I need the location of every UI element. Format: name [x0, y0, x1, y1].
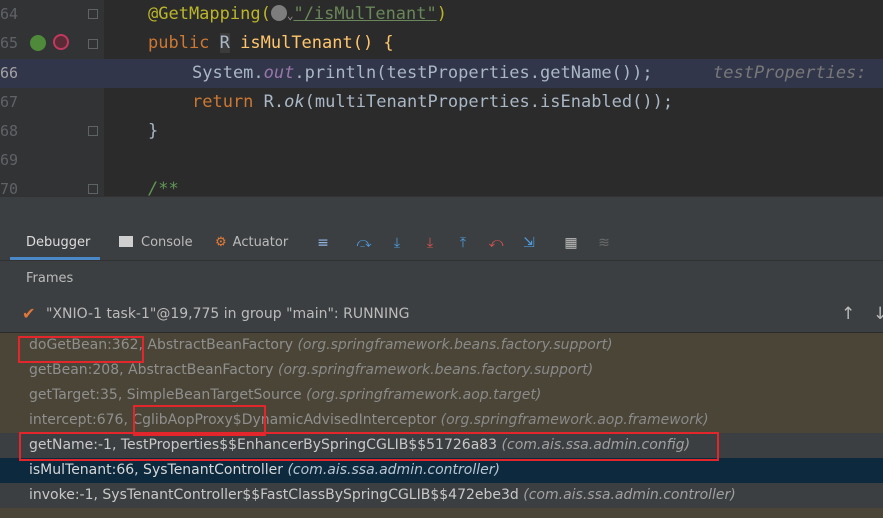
fold-marker-icon[interactable]: [88, 184, 98, 194]
globe-icon[interactable]: [270, 5, 287, 21]
code-editor[interactable]: 64 @GetMapping(⌄"/isMulTenant") 65 publi…: [0, 0, 883, 196]
code-line-64[interactable]: 64 @GetMapping(⌄"/isMulTenant"): [0, 0, 883, 29]
frame-row[interactable]: invoke:-1, SysTenantController$$FastClas…: [0, 483, 883, 508]
frame-row-selected[interactable]: isMulTenant:66, SysTenantController (com…: [0, 458, 883, 483]
code-line-70[interactable]: 70 /**: [0, 175, 883, 196]
step-out-icon[interactable]: ⤒: [454, 234, 472, 252]
actuator-icon: ⚙: [215, 235, 227, 250]
spring-bean-icon[interactable]: [30, 35, 46, 51]
line-number: 70: [0, 180, 19, 196]
check-icon: ✔: [22, 304, 36, 323]
debug-toolbar: Debugger Console ⚙ Actuator ≡ ⤼ ⤓ ⤓ ⤒ ⤺ ⇲…: [0, 226, 883, 261]
line-number: 69: [0, 151, 19, 169]
tab-debugger[interactable]: Debugger: [26, 226, 90, 260]
thread-selector[interactable]: ✔ "XNIO-1 task-1"@19,775 in group "main"…: [0, 297, 883, 333]
thread-label: "XNIO-1 task-1"@19,775 in group "main": …: [46, 306, 410, 322]
active-tab-indicator: [10, 257, 100, 260]
evaluate-expression-icon[interactable]: ▦: [562, 234, 580, 252]
highlight-box: [19, 432, 719, 461]
line-number: 64: [0, 5, 19, 23]
step-over-icon[interactable]: ⤼: [355, 234, 373, 252]
fold-marker-icon[interactable]: [88, 126, 98, 136]
panel-splitter[interactable]: [0, 196, 883, 227]
up-arrow-icon[interactable]: ↑: [841, 297, 855, 332]
frames-title: Frames: [26, 271, 74, 286]
highlight-box: [18, 336, 144, 363]
tab-actuator[interactable]: ⚙ Actuator: [215, 226, 288, 260]
menu-lines-icon[interactable]: ≡: [314, 234, 332, 252]
fold-marker-icon[interactable]: [88, 39, 98, 49]
force-step-into-icon[interactable]: ⤓: [421, 234, 439, 252]
code-text: }: [148, 121, 159, 141]
line-number: 65: [0, 34, 19, 52]
line-number: 66: [0, 64, 19, 82]
line-number: 68: [0, 122, 19, 140]
console-icon: [119, 236, 133, 247]
code-line-69[interactable]: 69: [0, 146, 883, 175]
code-text: return R.ok(multiTenantProperties.isEnab…: [192, 92, 674, 112]
run-to-cursor-icon[interactable]: ⇲: [520, 234, 538, 252]
code-text: @GetMapping(⌄"/isMulTenant"): [148, 4, 447, 24]
code-line-66[interactable]: 66 System.out.println(testProperties.get…: [0, 59, 883, 88]
line-number: 67: [0, 93, 19, 111]
step-into-icon[interactable]: ⤓: [388, 234, 406, 252]
code-text: /**: [148, 179, 179, 196]
down-arrow-icon[interactable]: ↓: [873, 297, 883, 332]
tab-console[interactable]: Console: [119, 226, 193, 260]
drop-frame-icon[interactable]: ⤺: [487, 234, 505, 252]
inline-debug-hint: testProperties:: [713, 63, 877, 83]
code-line-68[interactable]: 68 }: [0, 117, 883, 146]
frames-header: Frames: [0, 261, 883, 298]
trace-stream-icon[interactable]: ≋: [595, 234, 613, 252]
fold-marker-icon[interactable]: [88, 9, 98, 19]
code-line-65[interactable]: 65 public R isMulTenant() {: [0, 29, 883, 58]
code-text: System.out.println(testProperties.getNam…: [192, 63, 653, 83]
code-text: public R isMulTenant() {: [148, 33, 394, 53]
request-mapping-icon[interactable]: [53, 34, 69, 50]
code-line-67[interactable]: 67 return R.ok(multiTenantProperties.isE…: [0, 88, 883, 117]
